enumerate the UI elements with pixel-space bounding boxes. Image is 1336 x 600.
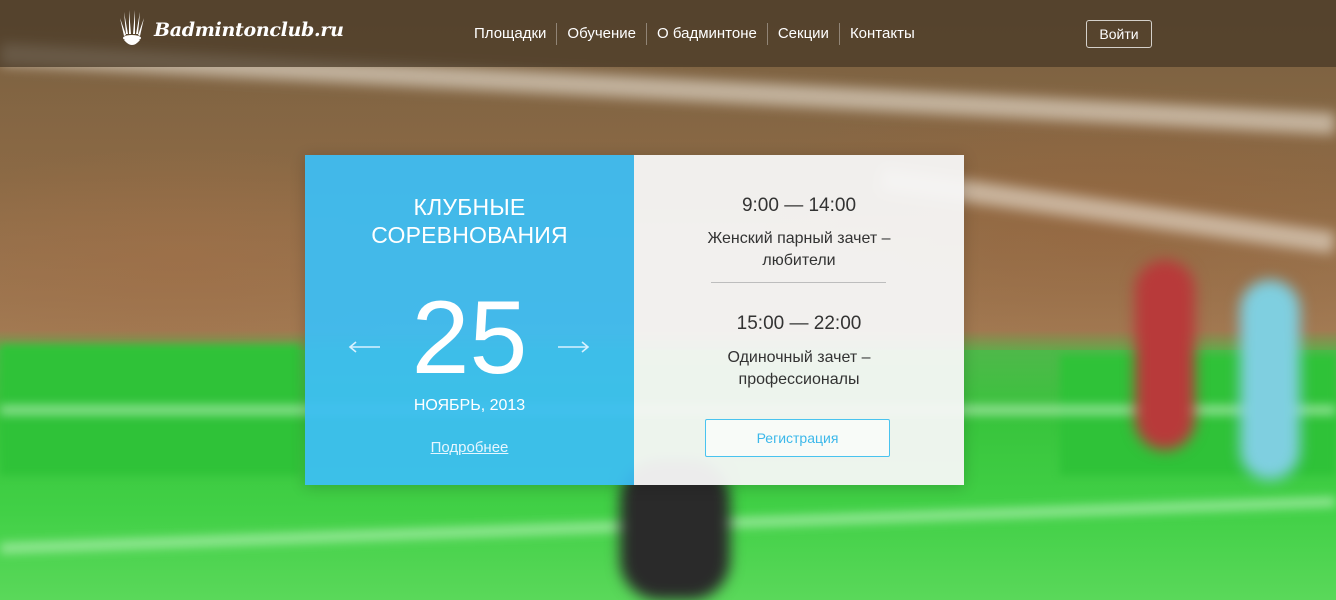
- nav-item-sections[interactable]: Секции: [766, 23, 839, 45]
- event-card: КЛУБНЫЕ СОРЕВНОВАНИЯ 25 НОЯБРЬ, 2013 Под…: [305, 155, 964, 485]
- schedule-description-2-line2: профессионалы: [738, 371, 860, 388]
- schedule-description-2: Одиночный зачет – профессионалы: [674, 347, 924, 391]
- nav-item-contacts[interactable]: Контакты: [838, 23, 925, 45]
- schedule-time-1: 9:00 — 14:00: [741, 195, 857, 216]
- event-day: 25: [411, 280, 528, 396]
- event-date-panel: КЛУБНЫЕ СОРЕВНОВАНИЯ 25 НОЯБРЬ, 2013 Под…: [305, 155, 634, 485]
- event-title-line2: СОРЕВНОВАНИЯ: [371, 222, 568, 248]
- nav-item-about[interactable]: О бадминтоне: [646, 23, 767, 45]
- schedule-divider: [711, 282, 886, 283]
- logo-text: Badmintonclub.ru: [154, 19, 344, 41]
- register-button[interactable]: Регистрация: [705, 419, 890, 457]
- event-month-year: НОЯБРЬ, 2013: [413, 397, 526, 414]
- site-logo[interactable]: Badmintonclub.ru: [118, 10, 344, 50]
- event-title: КЛУБНЫЕ СОРЕВНОВАНИЯ: [305, 193, 634, 249]
- event-title-line1: КЛУБНЫЕ: [413, 194, 526, 220]
- event-schedule-panel: 9:00 — 14:00 Женский парный зачет – люби…: [634, 155, 964, 485]
- login-button[interactable]: Войти: [1086, 20, 1152, 48]
- more-details-link[interactable]: Подробнее: [305, 439, 634, 456]
- schedule-time-2: 15:00 — 22:00: [736, 313, 862, 334]
- arrow-right-icon[interactable]: [557, 340, 591, 354]
- nav-item-training[interactable]: Обучение: [556, 23, 646, 45]
- schedule-description-1: Женский парный зачет – любители: [674, 228, 924, 272]
- schedule-description-2-line1: Одиночный зачет –: [727, 349, 871, 366]
- schedule-description-1-line1: Женский парный зачет –: [707, 230, 891, 247]
- nav-item-courts[interactable]: Площадки: [464, 23, 556, 45]
- main-nav: Площадки Обучение О бадминтоне Секции Ко…: [464, 22, 925, 46]
- schedule-description-1-line2: любители: [762, 252, 836, 269]
- top-navigation-bar: Badmintonclub.ru Площадки Обучение О бад…: [0, 0, 1336, 67]
- shuttlecock-icon: [120, 10, 144, 45]
- background-player: [1135, 260, 1195, 450]
- background-player: [1240, 280, 1300, 480]
